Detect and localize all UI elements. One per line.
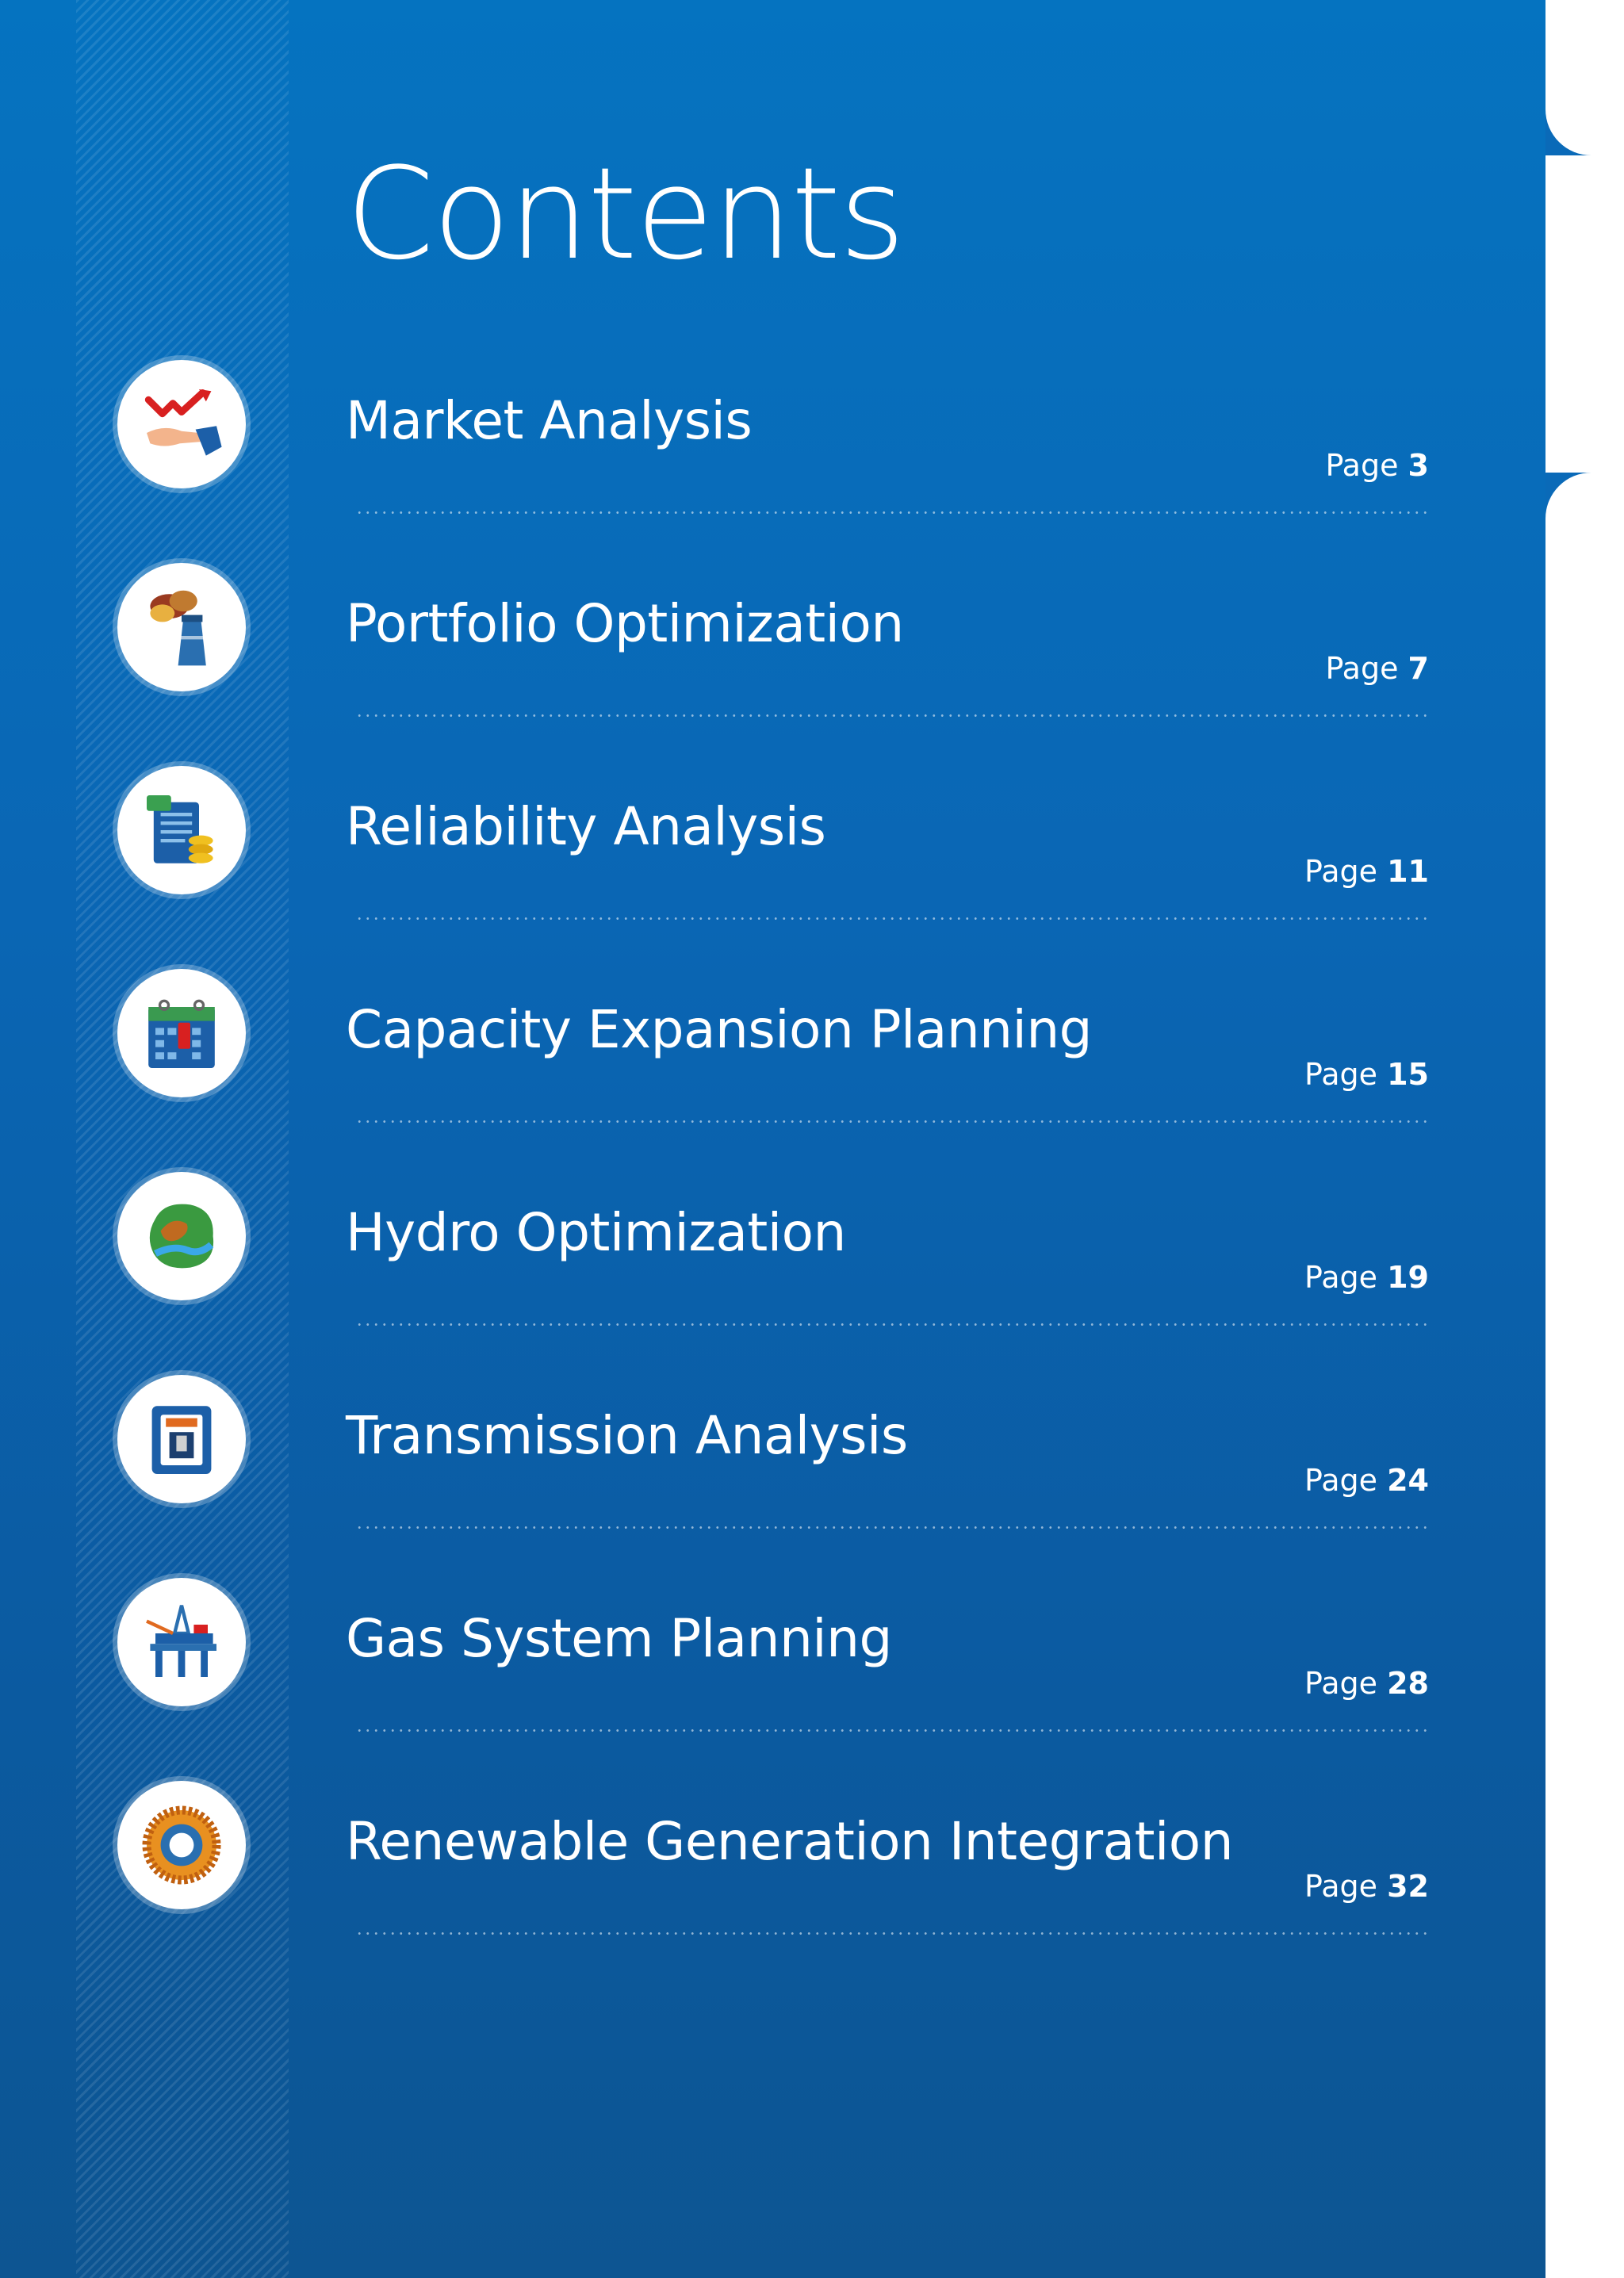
entry-page-ref[interactable]: Page 28 [1304,1668,1429,1698]
page-number: 28 [1387,1666,1429,1701]
page-number: 7 [1408,651,1429,686]
page-title: Contents [346,140,906,288]
dotted-leader [355,1932,1427,1935]
smokestack-icon [117,563,246,691]
solar-ring-icon [117,1781,246,1909]
entry-page-ref[interactable]: Page 19 [1304,1262,1429,1292]
entry-title: Portfolio Optimization [346,593,904,654]
river-map-icon [117,1172,246,1300]
entry-page-ref[interactable]: Page 11 [1304,856,1429,886]
entry-page-ref[interactable]: Page 32 [1304,1871,1429,1901]
market-hand-chart-icon [117,360,246,488]
page-prefix: Page [1304,1057,1378,1092]
dotted-leader [355,714,1427,717]
dotted-leader [355,917,1427,920]
toc-entry-market-analysis[interactable]: Market Analysis Page 3 [0,360,1545,598]
calendar-icon [117,969,246,1097]
page-prefix: Page [1304,1869,1378,1904]
page-prefix: Page [1304,854,1378,889]
entry-title: Capacity Expansion Planning [346,999,1093,1060]
page-number: 19 [1387,1260,1429,1295]
dotted-leader [355,1729,1427,1732]
toc-entry-renewable-generation-integration[interactable]: Renewable Generation Integration Page 32 [0,1781,1545,2019]
toc-entry-capacity-expansion-planning[interactable]: Capacity Expansion Planning Page 15 [0,969,1545,1207]
page-number: 24 [1387,1463,1429,1498]
document-coins-icon [117,766,246,894]
dotted-leader [355,511,1427,514]
page-prefix: Page [1325,448,1399,483]
tab-margin [1545,0,1624,2278]
toc-entry-reliability-analysis[interactable]: Reliability Analysis Page 11 [0,766,1545,1004]
entry-page-ref[interactable]: Page 7 [1325,653,1429,683]
entry-title: Transmission Analysis [346,1405,908,1466]
switch-panel-icon [117,1375,246,1503]
toc-entry-hydro-optimization[interactable]: Hydro Optimization Page 19 [0,1172,1545,1410]
dotted-leader [355,1323,1427,1326]
page-prefix: Page [1304,1260,1378,1295]
dotted-leader [355,1120,1427,1123]
page-prefix: Page [1325,651,1399,686]
toc-entry-portfolio-optimization[interactable]: Portfolio Optimization Page 7 [0,563,1545,801]
entry-page-ref[interactable]: Page 15 [1304,1059,1429,1089]
page-prefix: Page [1304,1666,1378,1701]
entry-page-ref[interactable]: Page 24 [1304,1465,1429,1495]
page-prefix: Page [1304,1463,1378,1498]
dotted-leader [355,1526,1427,1529]
page-number: 15 [1387,1057,1429,1092]
toc-entry-transmission-analysis[interactable]: Transmission Analysis Page 24 [0,1375,1545,1613]
page-number: 32 [1387,1869,1429,1904]
contents-page: Contents Market Analysis Page 3 Portfoli… [0,0,1624,2278]
entry-title: Market Analysis [346,390,753,451]
entry-title: Renewable Generation Integration [346,1811,1234,1872]
tab-2[interactable] [1545,473,1624,631]
toc-entry-gas-system-planning[interactable]: Gas System Planning Page 28 [0,1578,1545,1816]
oil-rig-icon [117,1578,246,1706]
entry-title: Gas System Planning [346,1608,892,1669]
page-number: 3 [1408,448,1429,483]
entry-title: Reliability Analysis [346,796,826,857]
page-number: 11 [1387,854,1429,889]
entry-page-ref[interactable]: Page 3 [1325,450,1429,480]
entry-title: Hydro Optimization [346,1202,846,1263]
tab-1[interactable] [1545,0,1624,155]
